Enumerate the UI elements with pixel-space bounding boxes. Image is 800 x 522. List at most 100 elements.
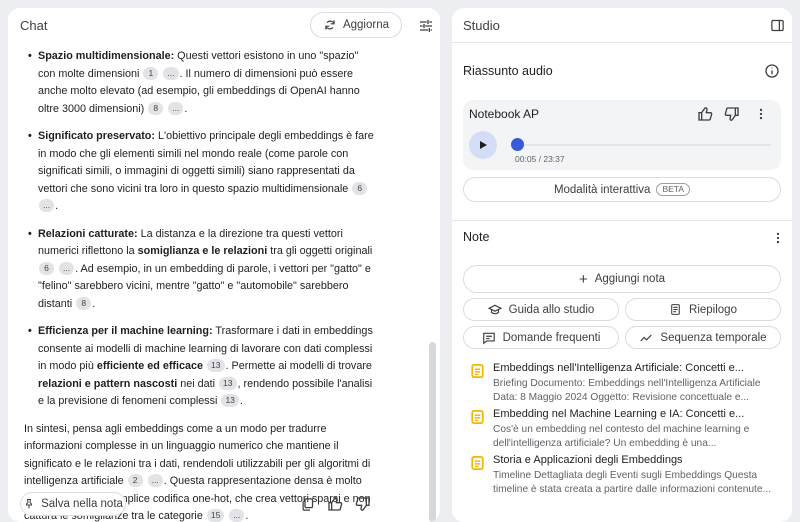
play-button[interactable] [469, 131, 497, 159]
copy-icon [302, 497, 313, 511]
timeline-button[interactable]: Sequenza temporale [625, 326, 781, 349]
note-icon [471, 364, 484, 378]
audio-thumbs-down-button[interactable] [723, 105, 741, 123]
bold-phrase: relazioni e pattern nascosti [38, 377, 178, 390]
citation-chip[interactable]: 8 [76, 296, 92, 310]
audio-thumbs-up-button[interactable] [696, 105, 714, 123]
refresh-icon [325, 20, 335, 30]
audio-overview-card: Notebook AP 00:05 / 23:37 [463, 100, 781, 170]
notes-divider [452, 220, 792, 221]
citation-chip[interactable]: 6 [352, 181, 368, 195]
note-preview-line: Timeline Dettagliata degli Eventi sugli … [493, 470, 758, 481]
citation-chip[interactable]: ... [39, 199, 55, 212]
thumbs-down-icon [355, 497, 370, 511]
chat-panel: Chat Aggiorna Spazio multidimensionale: … [8, 8, 440, 522]
bold-phrase: somiglianza e le relazioni [137, 245, 268, 257]
audio-scrubber[interactable] [511, 138, 524, 151]
chat-title: Chat [20, 18, 48, 33]
graduation-cap-icon [487, 304, 502, 314]
faq-button[interactable]: Domande frequenti [463, 326, 619, 349]
citation-chip[interactable]: 13 [219, 376, 237, 390]
studio-header-divider [452, 42, 792, 43]
refresh-label: Aggiorna [342, 19, 390, 31]
note-preview-line: Data: 8 Maggio 2024 Oggetto: Revisione c… [493, 391, 749, 403]
citation-chip[interactable]: 8 [148, 101, 164, 115]
thumbs-down-icon [724, 107, 739, 121]
save-note-label: Salva nella nota [41, 498, 123, 510]
bullet-heading: Relazioni catturate: [38, 227, 138, 240]
note-title: Embeddings nell'Intelligenza Artificiale… [493, 362, 744, 374]
note-preview-line: timeline è stata creata a partire dalle … [493, 483, 772, 495]
note-preview-line: Briefing Documento: Embeddings nell'Inte… [493, 378, 761, 389]
add-note-label: Aggiungi nota [594, 273, 666, 285]
citation-chip[interactable]: 2 [127, 474, 143, 487]
beta-badge: BETA [656, 183, 691, 196]
copy-button[interactable] [298, 495, 316, 513]
summary-button[interactable]: Riepilogo [625, 298, 781, 321]
note-title: Embedding nel Machine Learning e IA: Con… [493, 408, 745, 420]
notes-more-button[interactable] [770, 229, 786, 247]
faq-icon [482, 332, 495, 344]
settings-sliders-button[interactable] [416, 16, 436, 36]
thumbs-up-button[interactable] [326, 495, 344, 513]
citation-chip[interactable]: ... [168, 101, 184, 115]
citation-chip[interactable]: 13 [221, 394, 239, 407]
citation-chip[interactable]: 15 [206, 509, 225, 522]
bullet-item: Efficienza per il machine learning: Tras… [24, 323, 376, 411]
bullet-list: Spazio multidimensionale: Questi vettori… [24, 48, 376, 411]
citation-chip[interactable]: ... [229, 509, 245, 522]
thumbs-up-icon [328, 497, 343, 511]
summary-label: Riepilogo [689, 303, 737, 316]
audio-section-title: Riassunto audio [463, 64, 553, 78]
add-note-button[interactable]: + Aggiungi nota [463, 265, 781, 293]
document-summary-icon [671, 304, 680, 315]
chat-message: Spazio multidimensionale: Questi vettori… [24, 48, 376, 522]
thumbs-up-icon [698, 107, 713, 121]
audio-time: 00:05 / 23:37 [515, 154, 565, 164]
more-vert-icon [759, 108, 763, 120]
citation-chip[interactable]: 13 [207, 359, 225, 372]
citation-chip[interactable]: 6 [39, 261, 54, 275]
timeline-label: Sequenza temporale [660, 331, 767, 344]
plus-icon: + [578, 270, 588, 288]
sliders-icon [420, 20, 432, 32]
note-preview-line: dell'intelligenza artificiale? Un embedd… [493, 437, 717, 449]
audio-track[interactable] [523, 144, 771, 146]
studio-panel: Studio Riassunto audio Notebook AP 00:05… [452, 8, 792, 522]
bullet-item: Significato preservato: L'obiettivo prin… [24, 128, 376, 216]
info-icon [765, 64, 779, 78]
refresh-button[interactable]: Aggiorna [310, 12, 402, 38]
citation-chip[interactable]: 1 [143, 66, 159, 80]
play-icon [480, 141, 487, 149]
panel-toggle-icon [770, 19, 784, 31]
notes-title: Note [463, 230, 490, 244]
faq-label: Domande frequenti [502, 331, 601, 344]
info-button[interactable] [763, 62, 781, 80]
audio-more-button[interactable] [753, 105, 769, 123]
note-icon [471, 410, 484, 424]
save-note-button[interactable]: Salva nella nota [20, 492, 126, 516]
interactive-mode-label: Modalità interattiva [553, 183, 651, 196]
collapse-panel-button[interactable] [768, 16, 786, 34]
bullet-item: Spazio multidimensionale: Questi vettori… [24, 48, 376, 118]
interactive-mode-button[interactable]: Modalità interattiva BETA [463, 177, 781, 202]
pin-icon [26, 499, 33, 509]
more-vert-icon [776, 232, 780, 244]
studio-title: Studio [463, 18, 500, 33]
bullet-heading: Significato preservato: [38, 130, 155, 142]
citation-chip[interactable]: ... [59, 261, 75, 275]
thumbs-down-button[interactable] [354, 495, 372, 513]
study-guide-label: Guida allo studio [508, 303, 595, 316]
citation-chip[interactable]: ... [147, 474, 163, 487]
chat-scrollbar[interactable] [429, 342, 436, 522]
bullet-heading: Spazio multidimensionale: [38, 50, 175, 62]
bold-phrase: efficiente ed efficace [96, 360, 204, 372]
study-guide-button[interactable]: Guida allo studio [463, 298, 619, 321]
note-preview-line: Cos'è un embedding nel contesto del mach… [493, 424, 750, 435]
note-preview: Timeline Dettagliata degli Eventi sugli … [493, 469, 785, 496]
note-preview: Briefing Documento: Embeddings nell'Inte… [493, 377, 785, 404]
note-preview: Cos'è un embedding nel contesto del mach… [493, 423, 785, 450]
note-title: Storia e Applicazioni degli Embeddings [493, 454, 683, 466]
citation-chip[interactable]: ... [163, 66, 179, 80]
note-icon [471, 456, 484, 470]
